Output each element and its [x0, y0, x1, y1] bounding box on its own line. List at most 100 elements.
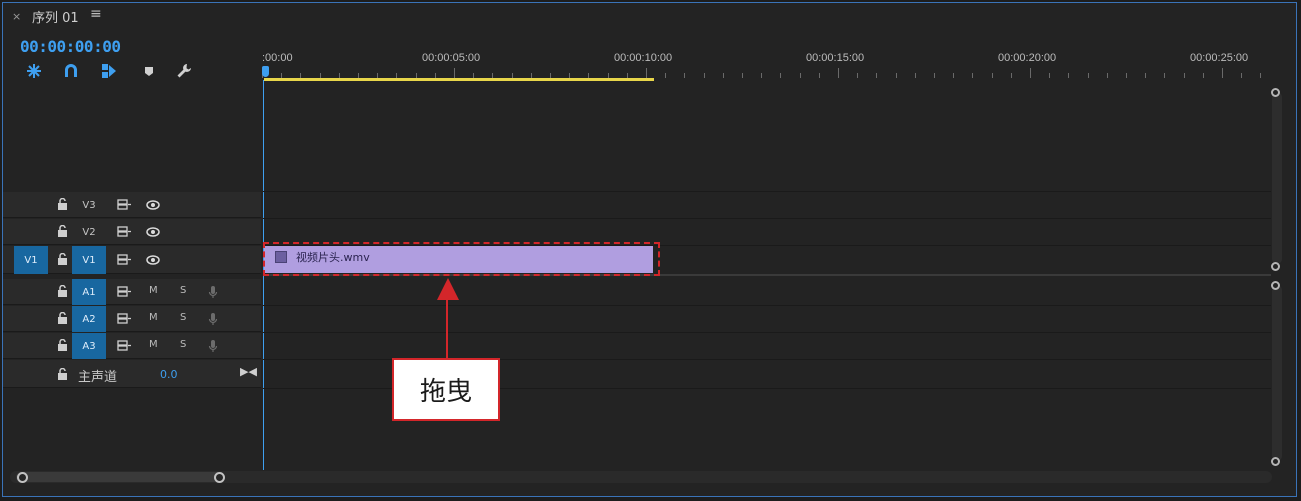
marker-icon[interactable] [140, 62, 158, 80]
ruler-tick [992, 73, 993, 78]
sync-lock-icon[interactable] [117, 199, 131, 210]
zoom-handle-left[interactable] [17, 472, 28, 483]
track-header-a2: A2 M S [3, 306, 261, 332]
microphone-icon[interactable] [208, 312, 218, 326]
eye-icon[interactable] [146, 227, 160, 237]
ruler-tick [838, 68, 839, 78]
zoom-handle-right[interactable] [214, 472, 225, 483]
ruler-tick [761, 73, 762, 78]
ruler-tick [723, 73, 724, 78]
ruler-tick [684, 73, 685, 78]
ruler-tick [742, 73, 743, 78]
solo-button[interactable]: S [180, 339, 186, 350]
lock-icon[interactable] [57, 198, 68, 210]
master-track-label: 主声道 [78, 370, 118, 385]
scroll-knob[interactable] [1271, 281, 1280, 290]
lock-icon[interactable] [57, 368, 68, 380]
ruler-tick [1203, 73, 1204, 78]
lock-icon[interactable] [57, 225, 68, 237]
track-header-v3: V3 [3, 192, 261, 218]
ruler-tick [1222, 68, 1223, 78]
nest-snap-icon[interactable] [25, 62, 43, 80]
ruler-tick [665, 73, 666, 78]
ruler-tick [896, 73, 897, 78]
scroll-knob[interactable] [1271, 88, 1280, 97]
ruler-tick [953, 73, 954, 78]
mute-button[interactable]: M [149, 285, 158, 296]
ruler-tick [1126, 73, 1127, 78]
sync-lock-icon[interactable] [117, 254, 131, 265]
audio-vertical-scrollbar[interactable] [1272, 285, 1282, 461]
track-header-a1: A1 M S [3, 279, 261, 305]
ruler-tick [454, 68, 455, 78]
lock-icon[interactable] [57, 285, 68, 297]
ruler-tick [934, 73, 935, 78]
source-patch-v1[interactable]: V1 [14, 246, 48, 274]
linked-selection-icon[interactable] [100, 62, 118, 80]
drag-highlight-outline [263, 242, 660, 276]
track-header-a3: A3 M S [3, 333, 261, 359]
track-id-a3[interactable]: A3 [72, 333, 106, 359]
ruler-tick [646, 68, 647, 78]
mute-button[interactable]: M [149, 312, 158, 323]
ruler-tick [876, 73, 877, 78]
scroll-knob[interactable] [1271, 262, 1280, 271]
ruler-tick [1164, 73, 1165, 78]
ruler-tick [800, 73, 801, 78]
eye-icon[interactable] [146, 200, 160, 210]
ruler-label: :00:00 [262, 52, 293, 64]
track-id-a2[interactable]: A2 [72, 306, 106, 332]
microphone-icon[interactable] [208, 339, 218, 353]
master-volume-value[interactable]: 0.0 [160, 368, 178, 381]
work-area-bar[interactable] [264, 78, 654, 81]
ruler-tick [972, 73, 973, 78]
microphone-icon[interactable] [208, 285, 218, 299]
ruler-label: 00:00:20:00 [998, 52, 1057, 64]
magnet-icon[interactable] [62, 62, 80, 80]
playhead-handle[interactable] [262, 66, 269, 77]
sync-lock-icon[interactable] [117, 340, 131, 351]
time-ruler[interactable]: :00:00 00:00:05:00 00:00:10:00 00:00:15:00 0… [262, 44, 1270, 82]
track-header-master [3, 360, 261, 388]
track-id-v1[interactable]: V1 [72, 246, 106, 274]
panel-menu-icon[interactable]: ≡ [90, 6, 102, 22]
solo-button[interactable]: S [180, 312, 186, 323]
lock-icon[interactable] [57, 312, 68, 324]
track-id-v2[interactable]: V2 [72, 219, 106, 245]
ruler-label: 00:00:05:00 [422, 52, 481, 64]
sync-lock-icon[interactable] [117, 226, 131, 237]
sync-lock-icon[interactable] [117, 313, 131, 324]
lane-divider [263, 218, 1271, 219]
eye-icon[interactable] [146, 255, 160, 265]
ruler-tick [1011, 73, 1012, 78]
mute-button[interactable]: M [149, 339, 158, 350]
close-tab-icon[interactable]: × [12, 10, 21, 23]
track-id-a1[interactable]: A1 [72, 279, 106, 305]
ruler-tick [1030, 68, 1031, 78]
ruler-label: 00:00:15:00 [806, 52, 865, 64]
expand-bowtie-icon[interactable]: ▶◀ [240, 365, 257, 378]
ruler-label: 00:00:10:00 [614, 52, 673, 64]
ruler-tick [857, 73, 858, 78]
ruler-tick [915, 73, 916, 78]
ruler-tick [1068, 73, 1069, 78]
lane-divider [263, 332, 1271, 333]
video-vertical-scrollbar[interactable] [1272, 92, 1282, 264]
ruler-tick [1241, 73, 1242, 78]
sync-lock-icon[interactable] [117, 286, 131, 297]
ruler-tick [1088, 73, 1089, 78]
track-header-v2: V2 [3, 219, 261, 245]
track-header-v1: V1 V1 [3, 246, 261, 274]
sequence-tab-title[interactable]: 序列 01 [32, 7, 79, 26]
wrench-icon[interactable] [175, 62, 193, 80]
ruler-tick [1260, 73, 1261, 78]
lock-icon[interactable] [57, 339, 68, 351]
track-id-v3[interactable]: V3 [72, 192, 106, 218]
annotation-arrow-icon [437, 278, 459, 300]
lock-icon[interactable] [57, 253, 68, 265]
ruler-tick [780, 73, 781, 78]
scroll-knob[interactable] [1271, 457, 1280, 466]
horizontal-scroll-thumb[interactable] [16, 472, 222, 482]
playhead-timecode[interactable]: 00:00:00:00 [20, 37, 121, 56]
solo-button[interactable]: S [180, 285, 186, 296]
